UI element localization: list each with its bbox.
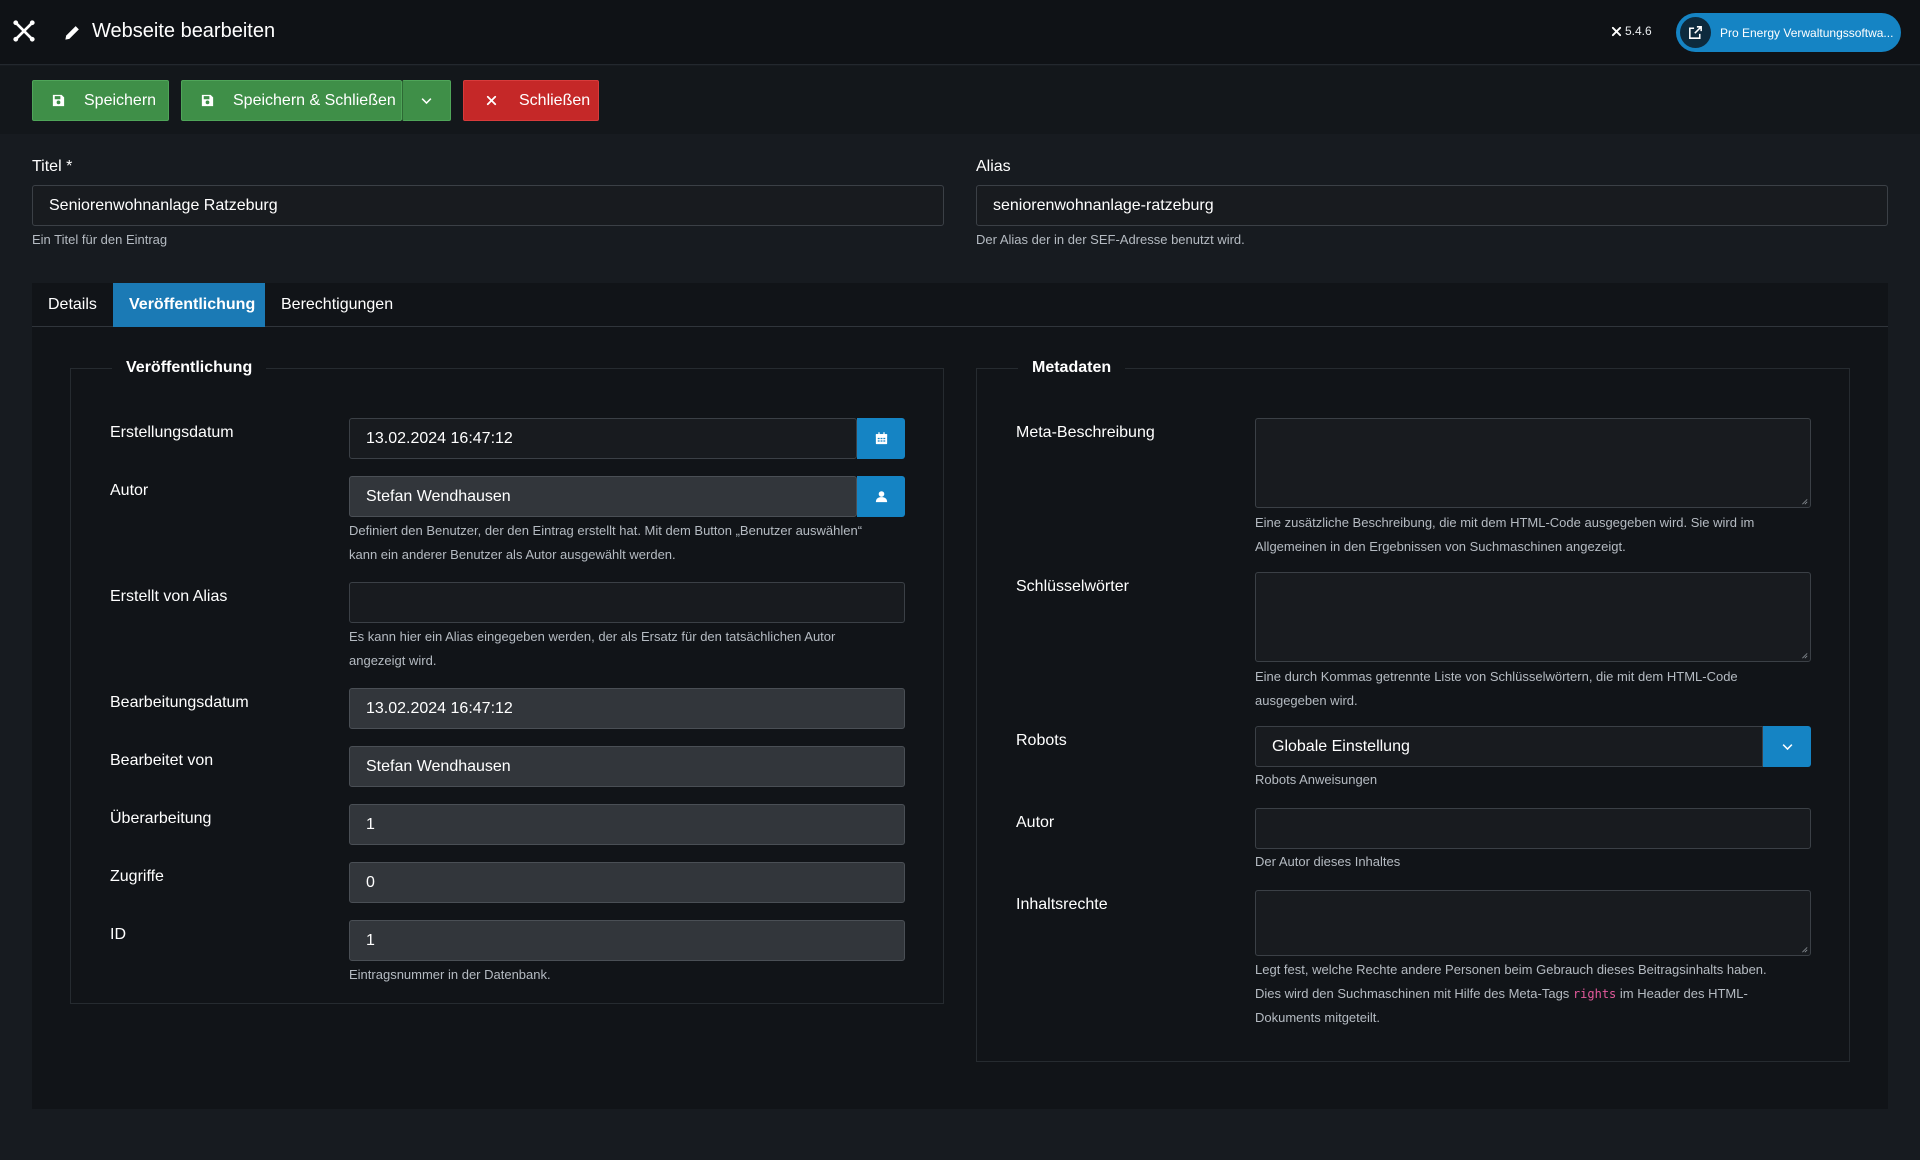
- robots-dropdown-button[interactable]: [1763, 726, 1811, 767]
- content-rights-hint-line-2: Dies wird den Suchmaschinen mit Hilfe de…: [1255, 982, 1748, 1006]
- id-label: ID: [110, 926, 126, 943]
- close-icon: [486, 95, 497, 106]
- meta-description-hint-line-1: Eine zusätzliche Beschreibung, die mit d…: [1255, 515, 1755, 530]
- hits-input: 0: [349, 862, 905, 903]
- save-button[interactable]: Speichern: [32, 80, 169, 121]
- robots-select[interactable]: Globale Einstellung: [1255, 726, 1763, 767]
- publishing-fieldset: [70, 368, 944, 1004]
- save-close-label: Speichern & Schließen: [233, 91, 396, 109]
- modified-by-label: Bearbeitet von: [110, 752, 214, 769]
- keywords-hint-line-1: Eine durch Kommas getrennte Liste von Sc…: [1255, 669, 1738, 684]
- external-link-icon: [1680, 17, 1711, 48]
- metadata-legend: Metadaten: [1018, 359, 1126, 377]
- created-by-alias-hint-line-1: Es kann hier ein Alias eingegeben werden…: [349, 629, 836, 644]
- select-user-button[interactable]: [857, 476, 905, 517]
- meta-author-label: Autor: [1016, 814, 1055, 831]
- page-title: Webseite bearbeiten: [92, 20, 276, 42]
- floppy-disk-icon: [201, 94, 214, 107]
- joomla-small-icon: [1611, 26, 1622, 36]
- modified-by-input: Stefan Wendhausen: [349, 746, 905, 787]
- keywords-hint-line-2: ausgegeben wird.: [1255, 693, 1358, 708]
- meta-description-label: Meta-Beschreibung: [1016, 424, 1155, 441]
- id-hint: Eintragsnummer in der Datenbank.: [349, 967, 551, 982]
- created-date-input[interactable]: 13.02.2024 16:47:12: [349, 418, 857, 459]
- toolbar: Speichern Speichern & Schließen Schließe…: [0, 66, 1920, 134]
- created-date-label: Erstellungsdatum: [110, 424, 234, 441]
- publishing-legend: Veröffentlichung: [112, 359, 267, 377]
- resize-grip-icon[interactable]: [1800, 945, 1808, 953]
- created-by-alias-hint-line-2: angezeigt wird.: [349, 653, 437, 668]
- content-rights-textarea[interactable]: [1255, 890, 1811, 956]
- floppy-disk-icon: [52, 94, 65, 107]
- tab-bar: Details Veröffentlichung Berechtigungen: [32, 283, 1888, 327]
- view-site-button[interactable]: Pro Energy Verwaltungssoftwa...: [1676, 13, 1901, 52]
- meta-author-hint: Der Autor dieses Inhaltes: [1255, 854, 1401, 869]
- site-name-label: Pro Energy Verwaltungssoftwa...: [1720, 25, 1894, 40]
- app-header: Webseite bearbeiten 5.4.6 Pro Energy Ver…: [0, 0, 1920, 65]
- alias-label: Alias: [976, 158, 1011, 175]
- close-button[interactable]: Schließen: [463, 80, 599, 121]
- title-label: Titel *: [32, 158, 73, 175]
- title-hint: Ein Titel für den Eintrag: [32, 232, 168, 247]
- content-rights-label: Inhaltsrechte: [1016, 896, 1108, 913]
- meta-description-hint-line-2: Allgemeinen in den Ergebnissen von Suchm…: [1255, 539, 1626, 554]
- tab-publishing[interactable]: Veröffentlichung: [113, 283, 265, 327]
- author-input: Stefan Wendhausen: [349, 476, 857, 517]
- content-rights-hint-line-3: Dokuments mitgeteilt.: [1255, 1010, 1380, 1025]
- version-label: 5.4.6: [1625, 24, 1652, 38]
- save-label: Speichern: [84, 91, 157, 109]
- version-badge: 5.4.6: [1611, 24, 1652, 38]
- meta-description-textarea[interactable]: [1255, 418, 1811, 508]
- calendar-icon: [875, 432, 887, 445]
- author-hint-line-2: kann ein anderer Benutzer als Autor ausg…: [349, 547, 676, 562]
- save-close-button[interactable]: Speichern & Schließen: [181, 80, 402, 121]
- alias-hint: Der Alias der in der SEF-Adresse benutzt…: [976, 232, 1245, 247]
- title-input[interactable]: Seniorenwohnanlage Ratzeburg: [32, 185, 944, 226]
- keywords-label: Schlüsselwörter: [1016, 578, 1129, 595]
- rights-code-tag: rights: [1572, 987, 1617, 1001]
- chevron-down-icon: [1782, 744, 1792, 751]
- tab-permissions[interactable]: Berechtigungen: [265, 283, 410, 327]
- meta-author-input[interactable]: [1255, 808, 1811, 849]
- alias-input[interactable]: seniorenwohnanlage-ratzeburg: [976, 185, 1888, 226]
- tabs-panel: Details Veröffentlichung Berechtigungen …: [32, 283, 1888, 1109]
- revision-input: 1: [349, 804, 905, 845]
- content-rights-hint-line-1: Legt fest, welche Rechte andere Personen…: [1255, 962, 1767, 977]
- author-label: Autor: [110, 482, 149, 499]
- created-by-alias-input[interactable]: [349, 582, 905, 623]
- robots-hint: Robots Anweisungen: [1255, 772, 1378, 787]
- content-rights-hint-text-b: im Header des HTML-: [1619, 986, 1748, 1001]
- robots-label: Robots: [1016, 732, 1067, 749]
- close-label: Schließen: [519, 91, 591, 109]
- author-hint-line-1: Definiert den Benutzer, der den Eintrag …: [349, 523, 863, 538]
- id-input: 1: [349, 920, 905, 961]
- hits-label: Zugriffe: [110, 868, 164, 885]
- chevron-down-icon: [421, 98, 432, 105]
- joomla-logo-icon[interactable]: [13, 20, 35, 42]
- resize-grip-icon[interactable]: [1800, 651, 1808, 659]
- calendar-button[interactable]: [857, 418, 905, 459]
- created-by-alias-label: Erstellt von Alias: [110, 588, 228, 605]
- keywords-textarea[interactable]: [1255, 572, 1811, 662]
- revision-label: Überarbeitung: [110, 810, 212, 827]
- pencil-icon: [65, 24, 81, 40]
- content-rights-hint-text-a: Dies wird den Suchmaschinen mit Hilfe de…: [1255, 986, 1570, 1001]
- tab-details[interactable]: Details: [32, 283, 113, 327]
- resize-grip-icon[interactable]: [1800, 497, 1808, 505]
- modified-date-label: Bearbeitungsdatum: [110, 694, 249, 711]
- user-icon: [875, 491, 887, 503]
- save-options-dropdown-button[interactable]: [402, 80, 451, 121]
- modified-date-input: 13.02.2024 16:47:12: [349, 688, 905, 729]
